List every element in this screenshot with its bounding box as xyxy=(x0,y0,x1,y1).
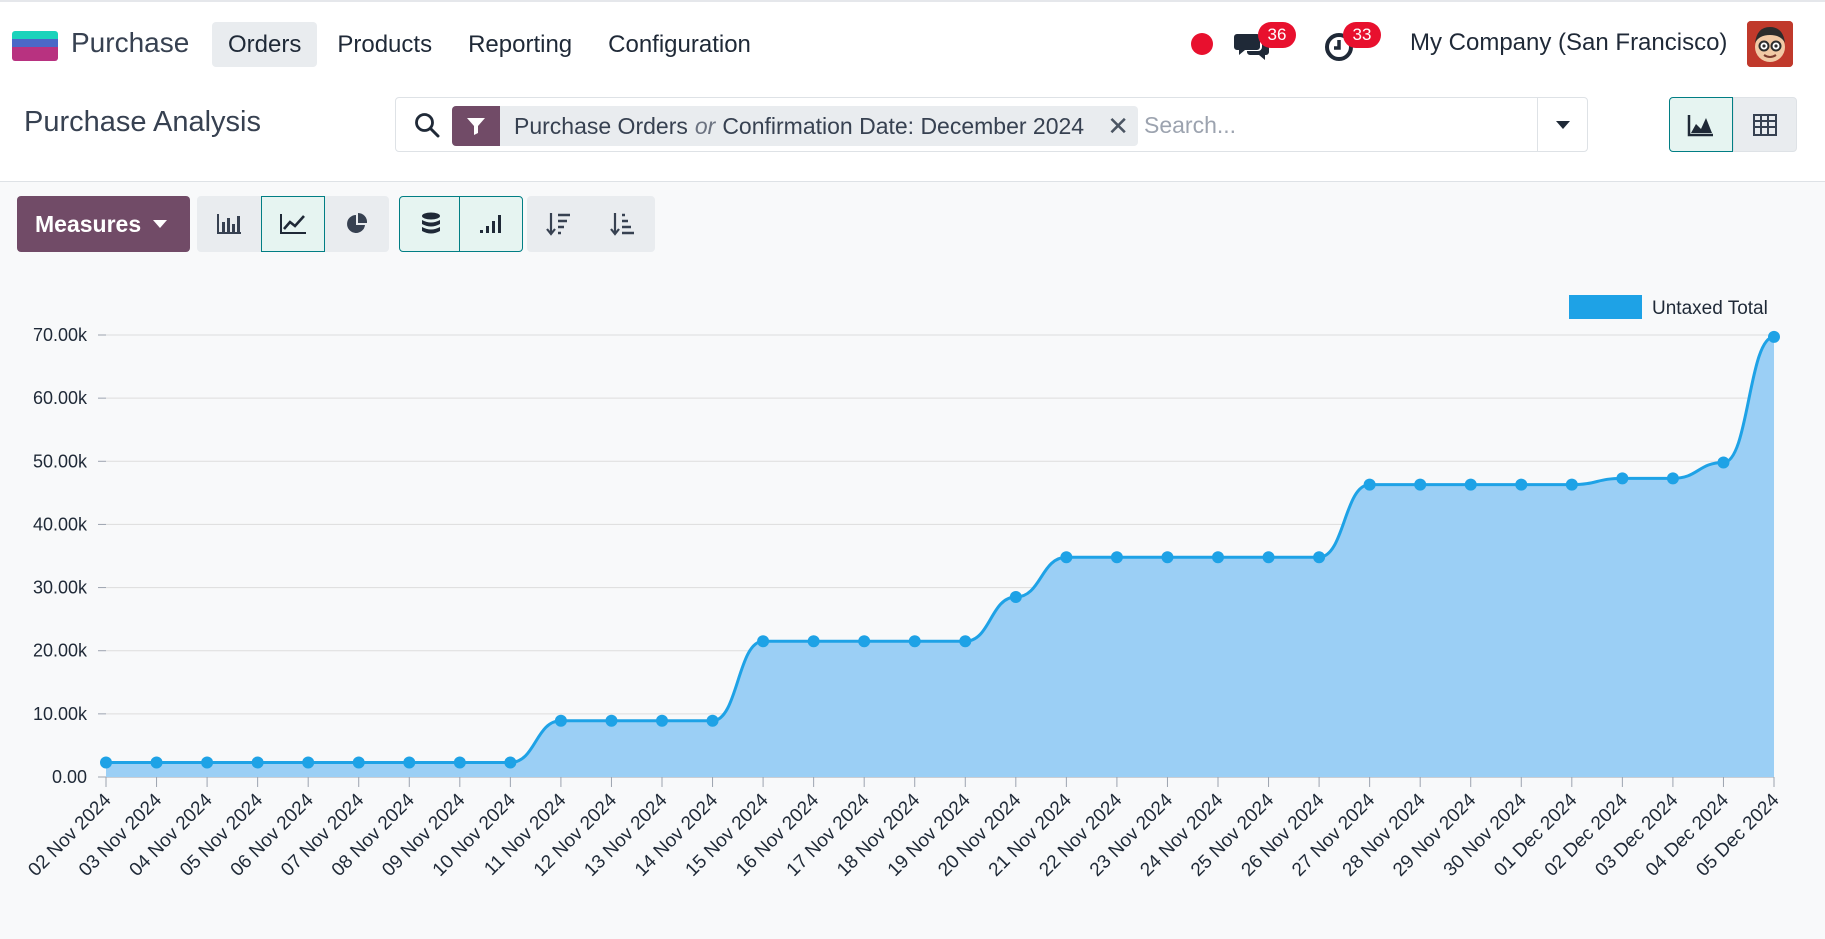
page-title: Purchase Analysis xyxy=(24,106,261,138)
facet-close-icon[interactable]: ✕ xyxy=(1098,106,1138,146)
data-point xyxy=(1666,472,1679,485)
sort-ascending-button[interactable] xyxy=(591,196,655,252)
main-menu: Orders Products Reporting Configuration xyxy=(212,22,767,67)
activities-badge: 33 xyxy=(1343,22,1381,48)
data-point xyxy=(1363,478,1376,491)
measures-dropdown-button[interactable]: Measures xyxy=(17,196,190,252)
y-tick-label: 70.00k xyxy=(33,325,88,345)
line-chart-icon xyxy=(280,214,306,234)
data-point xyxy=(1009,591,1022,604)
data-point xyxy=(453,756,466,769)
data-point xyxy=(150,756,163,769)
data-point xyxy=(706,714,719,727)
caret-down-icon xyxy=(1555,120,1570,129)
data-point xyxy=(908,635,921,648)
menu-products[interactable]: Products xyxy=(321,22,448,67)
sort-descending-icon xyxy=(546,213,570,236)
graph-view-button[interactable] xyxy=(1669,97,1733,152)
y-tick-label: 60.00k xyxy=(33,388,88,408)
line-chart-button[interactable] xyxy=(261,196,325,252)
data-point xyxy=(757,635,770,648)
y-tick-label: 10.00k xyxy=(33,704,88,724)
pie-chart-icon xyxy=(347,212,368,233)
graph-view-icon xyxy=(1687,114,1713,136)
data-point xyxy=(656,714,668,727)
search-input[interactable] xyxy=(1144,108,1524,142)
menu-reporting[interactable]: Reporting xyxy=(452,22,588,67)
data-point xyxy=(403,756,416,769)
legend-label: Untaxed Total xyxy=(1652,298,1768,319)
caret-down-icon xyxy=(153,220,168,228)
data-point xyxy=(504,756,517,769)
bar-chart-icon xyxy=(217,214,241,234)
bar-chart-button[interactable] xyxy=(197,196,261,252)
app-name[interactable]: Purchase xyxy=(71,27,189,59)
data-point xyxy=(1515,478,1528,491)
data-point xyxy=(1768,330,1780,343)
data-point xyxy=(605,714,618,727)
data-point xyxy=(1212,551,1224,564)
data-point xyxy=(1110,551,1123,564)
messages-badge: 36 xyxy=(1258,22,1296,48)
data-point xyxy=(959,635,972,648)
facet-label: Purchase Orders or Confirmation Date: Dece… xyxy=(500,106,1098,146)
record-dot-icon[interactable] xyxy=(1191,33,1213,55)
data-point xyxy=(302,756,315,769)
y-tick-label: 40.00k xyxy=(33,514,88,534)
data-point xyxy=(858,635,871,648)
data-point xyxy=(1060,551,1073,564)
y-tick-label: 0.00 xyxy=(52,767,87,787)
view-switcher xyxy=(1669,97,1797,152)
data-point xyxy=(251,756,264,769)
cumulative-icon xyxy=(480,215,501,233)
data-point xyxy=(1313,551,1326,564)
menu-configuration[interactable]: Configuration xyxy=(592,22,767,67)
filter-icon xyxy=(452,106,500,146)
search-options-toggle[interactable] xyxy=(1537,98,1587,151)
data-point xyxy=(1717,456,1730,469)
cumulative-button[interactable] xyxy=(459,196,523,252)
data-point xyxy=(1414,478,1427,491)
legend-swatch xyxy=(1569,295,1642,319)
data-point xyxy=(807,635,820,648)
stacked-icon xyxy=(422,212,440,234)
facet-value-purchase-orders: Purchase Orders xyxy=(514,113,688,139)
data-point xyxy=(1464,478,1477,491)
pie-chart-button[interactable] xyxy=(325,196,389,252)
company-switcher[interactable]: My Company (San Francisco) xyxy=(1410,29,1727,57)
search-facet: Purchase Orders or Confirmation Date: Dece… xyxy=(452,106,1139,146)
user-avatar[interactable] xyxy=(1747,21,1793,67)
line-chart: 0.00 10.00k 20.00k 30.00k 40.00k 50.00k 60.00k… xyxy=(24,295,1784,881)
sort-ascending-icon xyxy=(610,213,634,236)
measures-label: Measures xyxy=(35,210,142,237)
stacked-button[interactable] xyxy=(399,196,463,252)
data-point xyxy=(554,714,567,727)
data-point xyxy=(352,756,365,769)
y-tick-label: 50.00k xyxy=(33,451,88,471)
data-point xyxy=(100,756,112,769)
data-point xyxy=(1565,478,1578,491)
graph-area: 0.00 10.00k 20.00k 30.00k 40.00k 50.00k 60.00k… xyxy=(0,260,1825,934)
facet-or: or xyxy=(694,113,716,139)
search-bar: Purchase Orders or Confirmation Date: Dece… xyxy=(395,97,1588,152)
series-area-untaxed-total xyxy=(106,336,1774,777)
purchase-app-icon[interactable] xyxy=(12,31,58,61)
facet-value-confirmation-date: Confirmation Date: December 2024 xyxy=(722,113,1085,139)
pivot-view-icon xyxy=(1753,113,1777,136)
data-point xyxy=(1262,551,1275,564)
y-tick-label: 30.00k xyxy=(33,578,88,598)
search-icon[interactable] xyxy=(414,112,440,143)
data-point xyxy=(1616,472,1629,485)
menu-orders[interactable]: Orders xyxy=(212,22,318,67)
y-tick-label: 20.00k xyxy=(33,641,88,661)
sort-descending-button[interactable] xyxy=(527,196,591,252)
top-navbar: Purchase Orders Products Reporting Confi… xyxy=(0,0,1825,86)
data-point xyxy=(1161,551,1174,564)
data-point xyxy=(201,756,214,769)
control-panel: Purchase Analysis Purchase Orders or Confi… xyxy=(0,86,1825,182)
pivot-view-button[interactable] xyxy=(1733,97,1797,152)
